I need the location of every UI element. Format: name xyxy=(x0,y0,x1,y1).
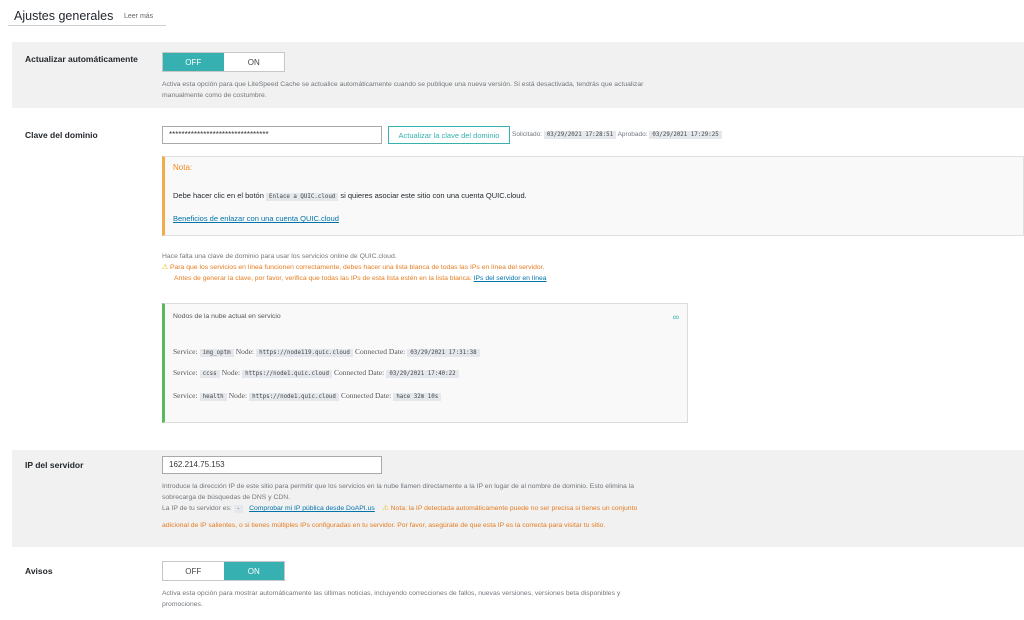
date-label: Connected Date: xyxy=(354,347,406,356)
node-label: Node: xyxy=(235,347,255,356)
server-ip-description: Introduce la dirección IP de este sitio … xyxy=(162,481,637,531)
notices-toggle[interactable]: OFF ON xyxy=(162,561,285,581)
auto-update-desc-line1: Activa esta opción para que LiteSpeed Ca… xyxy=(162,81,644,88)
notices-desc-line1: Activa esta opción para mostrar automáti… xyxy=(162,590,621,597)
header-divider xyxy=(8,25,166,26)
domain-key-desc-text: Hace falta una clave de dominio para usa… xyxy=(162,253,397,260)
date-value: 03/29/2021 17:40:22 xyxy=(386,370,459,378)
warning-icon: ⚠ xyxy=(162,264,169,271)
server-ip-note-line2: adicional de IP salientes, o si tienes m… xyxy=(162,522,606,529)
service-value: ccss xyxy=(199,370,220,378)
notices-description: Activa esta opción para mostrar automáti… xyxy=(162,588,620,610)
date-value: hace 32m 10s xyxy=(393,393,442,401)
approved-value: 03/29/2021 17:29:25 xyxy=(649,131,722,139)
auto-update-label: Actualizar automáticamente xyxy=(25,54,138,64)
auto-update-on-option[interactable]: ON xyxy=(224,53,285,71)
service-value: img_optm xyxy=(199,349,234,357)
page-title: Ajustes generales xyxy=(14,9,114,23)
note-text: Debe hacer clic en el botón Enlace a QUI… xyxy=(173,191,527,201)
note-text-before: Debe hacer clic en el botón xyxy=(173,191,264,200)
node-value: https://node1.quic.cloud xyxy=(242,370,332,378)
check-public-ip-link[interactable]: Comprobar mi IP pública desde DoAPI.us xyxy=(249,505,375,512)
requested-label: Solicitado: xyxy=(512,131,542,138)
server-ip-desc-line2: sobrecarga de búsquedas de DNS y CDN. xyxy=(162,494,291,501)
your-ip-label: La IP de tu servidor es: xyxy=(162,505,232,512)
service-label: Service: xyxy=(173,391,198,400)
notices-desc-line2: promociones. xyxy=(162,601,203,608)
update-domain-key-button[interactable]: Actualizar la clave del dominio xyxy=(388,126,510,144)
server-ip-detect-line: La IP de tu servidor es: - Comprobar mi … xyxy=(162,503,637,515)
server-ip-note-line1: Nota: la IP detectada automáticamente pu… xyxy=(390,505,638,512)
domain-key-description: Hace falta una clave de dominio para usa… xyxy=(162,251,547,284)
domain-key-label: Clave del dominio xyxy=(25,130,98,140)
cloud-nodes-box: Nodos de la nube actual en servicio ∞ Se… xyxy=(162,303,688,423)
node-label: Node: xyxy=(228,391,248,400)
quic-benefits-link[interactable]: Beneficios de enlazar con una cuenta QUI… xyxy=(173,214,339,223)
notices-on-option[interactable]: ON xyxy=(223,562,284,580)
node-label: Node: xyxy=(221,368,241,377)
server-online-ips-link[interactable]: IPs del servidor en línea xyxy=(474,275,547,282)
server-ip-desc-line1: Introduce la dirección IP de este sitio … xyxy=(162,483,635,490)
note-title: Nota: xyxy=(173,163,193,172)
domain-key-status: Solicitado: 03/29/2021 17:28:51 Aprobado… xyxy=(512,131,722,139)
node-row: Service: ccss Node: https://node1.quic.c… xyxy=(173,368,459,378)
note-text-after: si quieres asociar este sitio con una cu… xyxy=(340,191,527,200)
auto-update-desc-line2: manualmente como de costumbre. xyxy=(162,92,267,99)
date-value: 03/29/2021 17:31:38 xyxy=(407,349,480,357)
warning-line2-text: Antes de generar la clave, por favor, ve… xyxy=(174,275,472,282)
node-value: https://node119.quic.cloud xyxy=(256,349,353,357)
domain-key-warning-line2: Antes de generar la clave, por favor, ve… xyxy=(162,273,547,284)
note-box: Nota: Debe hacer clic en el botón Enlace… xyxy=(162,156,1024,236)
cloud-nodes-title: Nodos de la nube actual en servicio xyxy=(173,313,281,320)
auto-update-row: Actualizar automáticamente OFF ON Activa… xyxy=(12,42,1024,108)
server-ip-label: IP del servidor xyxy=(25,460,84,470)
node-row: Service: img_optm Node: https://node119.… xyxy=(173,347,480,357)
domain-key-row: Clave del dominio **********************… xyxy=(12,116,1024,441)
link-icon[interactable]: ∞ xyxy=(673,312,679,322)
auto-update-off-option[interactable]: OFF xyxy=(163,53,224,71)
node-value: https://node1.quic.cloud xyxy=(249,393,339,401)
service-label: Service: xyxy=(173,368,198,377)
domain-key-input[interactable]: ******************************** xyxy=(162,126,382,144)
notices-off-option[interactable]: OFF xyxy=(163,562,224,580)
domain-key-warning-line1: ⚠ Para que los servicios en línea funcio… xyxy=(162,262,547,273)
notices-row: Avisos OFF ON Activa esta opción para mo… xyxy=(12,553,1024,620)
date-label: Connected Date: xyxy=(341,391,392,400)
server-ip-row: IP del servidor 162.214.75.153 Introduce… xyxy=(12,450,1024,547)
auto-update-toggle[interactable]: OFF ON xyxy=(162,52,285,72)
auto-update-description: Activa esta opción para que LiteSpeed Ca… xyxy=(162,79,643,101)
link-quic-code: Enlace a QUIC.cloud xyxy=(265,193,339,201)
service-label: Service: xyxy=(173,347,198,356)
service-value: health xyxy=(199,393,227,401)
approved-label: Aprobado: xyxy=(617,131,648,138)
your-ip-value: - xyxy=(233,505,244,513)
node-row: Service: health Node: https://node1.quic… xyxy=(173,391,442,401)
warning-icon: ⚠ xyxy=(382,505,389,512)
server-ip-input[interactable]: 162.214.75.153 xyxy=(162,456,382,474)
requested-value: 03/29/2021 17:28:51 xyxy=(543,131,617,139)
warning-line1-text: Para que los servicios en línea funcione… xyxy=(169,264,545,271)
read-more-link[interactable]: Leer más xyxy=(124,13,153,20)
notices-label: Avisos xyxy=(25,566,53,576)
date-label: Connected Date: xyxy=(334,368,385,377)
